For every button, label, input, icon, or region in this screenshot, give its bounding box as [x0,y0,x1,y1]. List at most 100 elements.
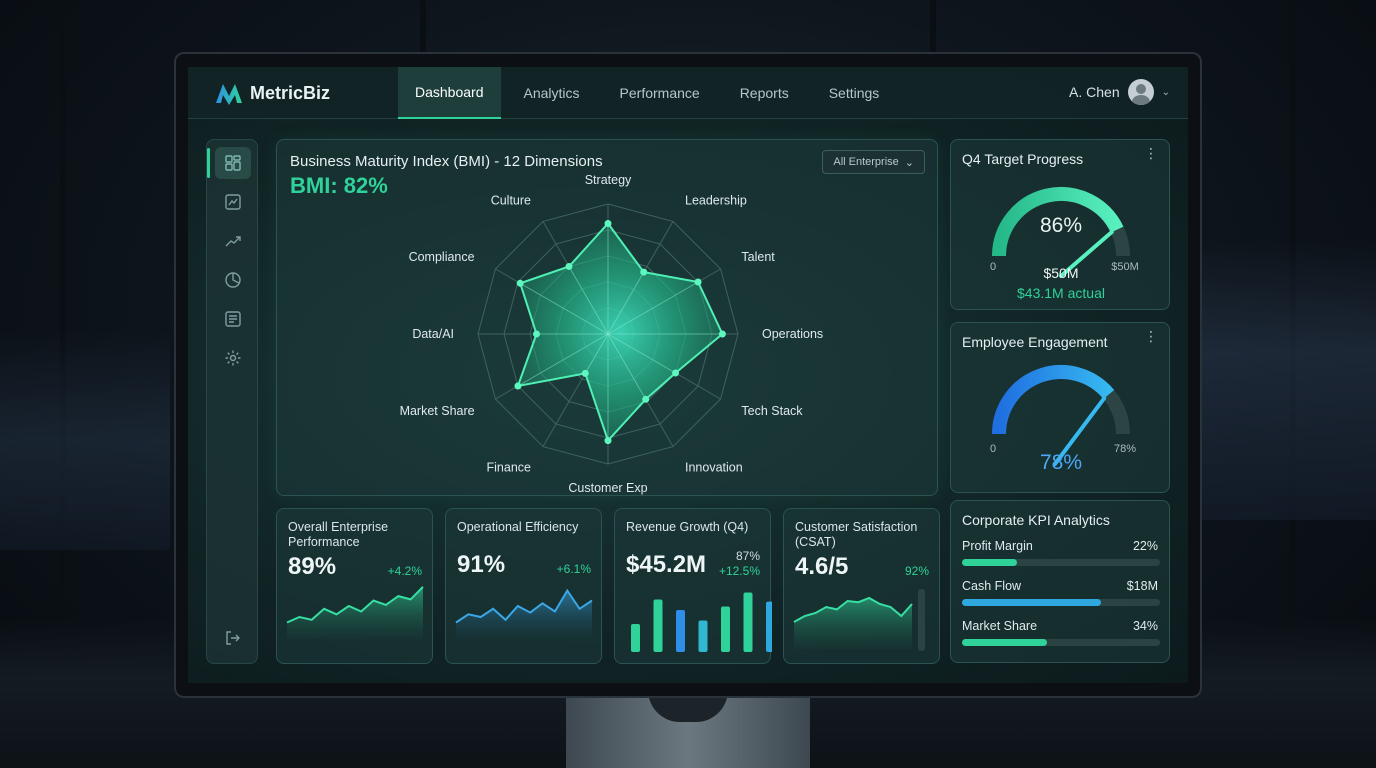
tab-analytics[interactable]: Analytics [507,67,597,119]
radar-axis-label: Operations [762,327,823,341]
kpi-label-profit-margin: Profit Margin [962,539,1033,553]
radar-point [581,369,589,377]
radar-point [642,395,650,403]
radar-axis-label: Market Share [400,404,475,418]
tab-performance[interactable]: Performance [603,67,717,119]
chevron-down-icon[interactable]: ⌄ [1162,87,1170,98]
radar-axis-label: Customer Exp [568,481,647,495]
avatar[interactable] [1127,79,1154,105]
kpi-bar-cash-flow [962,599,1160,606]
sparkline-area [794,598,912,649]
card-revenue-growth[interactable]: Revenue Growth (Q4) $45.2M 87% +12.5% [614,508,772,664]
corporate-kpi-panel: Corporate KPI Analytics Profit Margin 22… [950,500,1170,663]
pie-chart-icon [225,272,241,288]
logo[interactable]: MetricBiz [214,81,330,105]
sidebar-item-logout[interactable] [215,622,251,654]
revenue-bar [631,624,640,652]
bmi-radar-panel: Business Maturity Index (BMI) - 12 Dimen… [276,139,938,496]
kpi-label-cash-flow: Cash Flow [962,579,1022,593]
bar-chart [631,592,772,652]
card-overall-performance[interactable]: Overall Enterprise Performance 89% +4.2% [276,508,433,664]
engagement-panel: Employee Engagement ⋮ 0 78% 78% [950,322,1170,493]
logo-icon [216,84,242,105]
kpi-bar-market-share [962,639,1160,646]
sparkline-chart [455,588,593,639]
q4-target-gauge: 86% 0 $50M $50M $43.1M actual [990,187,1139,301]
revenue-bar [698,620,708,652]
radar-point [565,262,573,270]
radar-axis-label: Talent [741,250,775,264]
kpi-value-profit-margin: 22% [1132,539,1158,553]
tab-dashboard[interactable]: Dashboard [398,67,501,119]
radar-series-area [516,221,724,443]
tab-reports[interactable]: Reports [723,67,806,119]
trend-icon [225,236,241,247]
radar-axis-label: Leadership [685,194,747,208]
revenue-bar [653,599,663,652]
sidebar-item-pie[interactable] [215,264,251,296]
sparkline-chart [793,589,925,651]
sparkline-chart [286,586,424,639]
user-menu[interactable]: A. Chen ⌄ [1069,79,1170,105]
csat-bar-track [918,589,925,651]
radar-axis-label: Tech Stack [741,404,803,418]
main-nav: Dashboard Analytics Performance Reports … [398,67,902,119]
gauge-max-label: 78% [1114,443,1136,455]
radar-point [640,268,648,276]
radar-point [718,330,726,338]
logo-text: MetricBiz [250,82,331,103]
radar-axis-label: Compliance [409,250,475,264]
radar-point [604,437,612,445]
sidebar-active-indicator [207,148,210,178]
dashboard-screen: MetricBiz Dashboard Analytics Performanc… [188,67,1188,683]
gauge-percent: 78% [1040,451,1082,474]
card-operational-efficiency[interactable]: Operational Efficiency 91% +6.1% [445,508,602,664]
card-customer-satisfaction[interactable]: Customer Satisfaction (CSAT) 4.6/5 92% [783,508,940,664]
kpi-title: Corporate KPI Analytics [962,512,1110,528]
sidebar-item-trends[interactable] [215,225,251,257]
radar-point [604,220,612,227]
gauge-max-label: $50M [1111,261,1139,273]
radar-axis-label: Data/AI [412,327,454,341]
city-skyline [1186,240,1376,520]
tab-settings[interactable]: Settings [812,67,897,119]
sidebar-item-charts[interactable] [215,186,251,218]
line-chart-icon [225,194,241,210]
dashboard-icon [225,155,241,171]
kpi-value-cash-flow: $18M [1126,579,1158,593]
settings-icon [225,350,241,366]
kpi-bar-fill [962,559,1018,566]
gauge-min-label: 0 [990,443,996,455]
revenue-bar [766,601,772,652]
kpi-value-market-share: 34% [1132,619,1158,633]
city-skyline [0,330,170,550]
radar-point [672,369,680,377]
radar-point [533,330,540,338]
sidebar-item-settings[interactable] [215,342,251,374]
gauge-percent: 86% [1040,214,1082,237]
radar-axis-label: Finance [487,460,532,474]
sparkline-area [287,586,423,639]
kpi-bar-fill [962,639,1048,646]
report-icon [225,311,241,327]
revenue-bar [676,610,685,652]
gauge-fill [992,365,1115,435]
engagement-gauge: 0 78% 78% [990,365,1136,474]
radar-axis-label: Innovation [685,460,743,474]
kpi-label-market-share: Market Share [962,619,1038,633]
gauge-min-label: 0 [990,261,996,273]
user-name: A. Chen [1069,84,1120,100]
q4-target-panel: Q4 Target Progress ⋮ 86% 0 $50M $50M $43.1M … [950,139,1170,310]
logout-icon [226,631,240,645]
sidebar-item-dashboard[interactable] [215,147,251,179]
revenue-bar [721,606,730,652]
kpi-bar-profit-margin [962,559,1160,566]
radar-axis-label: Culture [491,194,531,208]
gauge-actual: $43.1M actual [1017,285,1105,301]
sidebar-item-reports[interactable] [215,303,251,335]
radar-point [516,279,524,287]
radar-axis-label: Strategy [585,173,632,187]
radar-chart: Strategy Leadership Talent Operations Tech S… [400,173,824,495]
gauge-target: $50M [1043,265,1078,281]
top-bar: MetricBiz Dashboard Analytics Performanc… [188,67,1188,119]
